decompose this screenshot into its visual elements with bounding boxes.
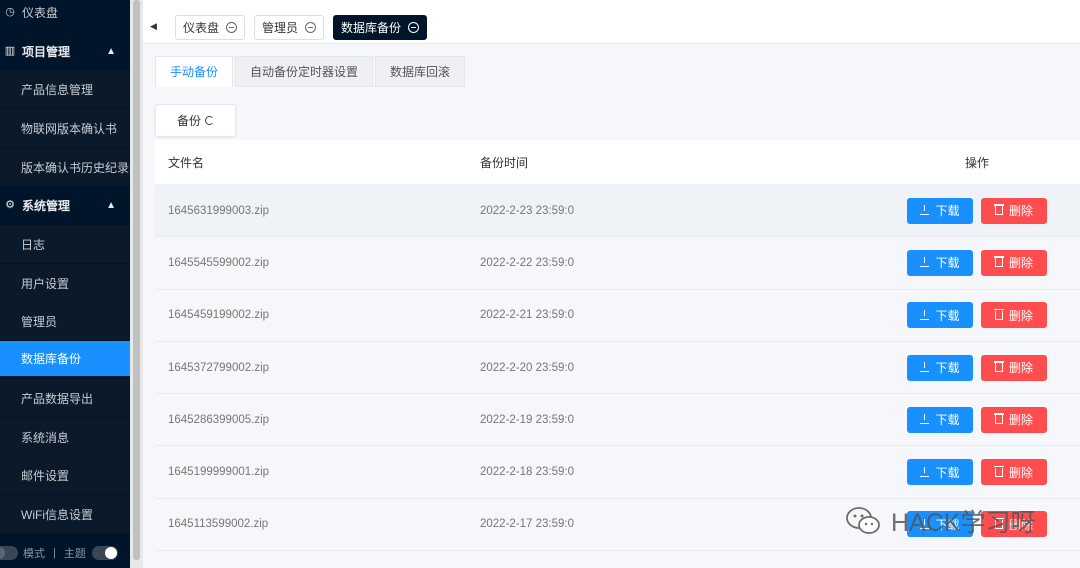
cell-filename: 1645631999003.zip <box>168 204 270 217</box>
download-icon <box>920 205 930 216</box>
sidebar-item-product-info[interactable]: 产品信息管理 <box>0 70 130 108</box>
mode-label: 模式 <box>23 547 45 560</box>
theme-toggle[interactable] <box>91 545 118 560</box>
delete-button[interactable]: 删除 <box>981 197 1047 224</box>
download-button[interactable]: 下载 <box>907 197 973 224</box>
delete-button[interactable]: 删除 <box>981 406 1047 433</box>
sidebar-item-wifi-settings[interactable]: WiFi信息设置 <box>0 495 130 533</box>
sidebar-scrollbar[interactable] <box>130 0 143 568</box>
close-icon[interactable] <box>305 22 317 33</box>
sidebar-item-product-export[interactable]: 产品数据导出 <box>0 379 130 417</box>
download-button[interactable]: 下载 <box>907 249 973 276</box>
sidebar: ◷ 仪表盘 ▥ 项目管理 ▲ 产品信息管理 物联网版本确认书 版本确认书历史纪录… <box>0 0 130 568</box>
refresh-icon <box>205 116 214 125</box>
close-icon[interactable] <box>408 22 420 33</box>
cell-filename: 1645459199002.zip <box>168 309 270 322</box>
download-icon <box>920 466 930 477</box>
delete-button[interactable]: 删除 <box>981 459 1047 486</box>
download-button[interactable]: 下载 <box>907 459 973 486</box>
sidebar-item-system-messages[interactable]: 系统消息 <box>0 418 130 456</box>
trash-icon <box>993 465 1004 477</box>
download-button[interactable]: 下载 <box>907 406 973 433</box>
watermark-text: HACK学习呀 <box>891 509 1036 537</box>
sidebar-item-user-settings[interactable]: 用户设置 <box>0 264 130 302</box>
sidebar-item-logs[interactable]: 日志 <box>0 225 130 263</box>
sidebar-group-project[interactable]: ▥ 项目管理 ▲ <box>0 32 130 70</box>
table-row: 1645286399005.zip 2022-2-19 23:59:0 下载 删除 <box>155 394 1080 447</box>
cell-backup-time: 2022-2-19 23:59:0 <box>480 413 574 426</box>
cell-filename: 1645113599002.zip <box>168 518 269 531</box>
cell-filename: 1645545599002.zip <box>168 256 270 269</box>
tab-manual-backup[interactable]: 手动备份 <box>155 56 234 87</box>
dashboard-icon: ◷ <box>5 6 15 18</box>
trash-icon <box>993 256 1004 268</box>
cell-filename: 1645372799002.zip <box>168 361 270 374</box>
trash-icon <box>993 204 1004 216</box>
cell-backup-time: 2022-2-20 23:59:0 <box>480 361 574 374</box>
sidebar-item-db-backup[interactable]: 数据库备份 <box>0 341 130 376</box>
table-row: 1645545599002.zip 2022-2-22 23:59:0 下载 删除 <box>155 237 1080 290</box>
trash-icon <box>993 308 1004 320</box>
mode-toggle[interactable] <box>0 545 18 560</box>
cell-backup-time: 2022-2-17 23:59:0 <box>480 518 574 531</box>
gear-icon: ⚙ <box>5 199 15 211</box>
theme-label: 主题 <box>63 547 86 560</box>
download-button[interactable]: 下载 <box>907 354 973 381</box>
tab-db-rollback[interactable]: 数据库回滚 <box>375 56 466 87</box>
delete-button[interactable]: 删除 <box>981 354 1047 381</box>
watermark: HACK学习呀 <box>845 503 1035 539</box>
cell-backup-time: 2022-2-23 23:59:0 <box>480 204 574 217</box>
table-row: 1645199999001.zip 2022-2-18 23:59:0 下载 删除 <box>155 446 1080 499</box>
sidebar-item-mail-settings[interactable]: 邮件设置 <box>0 456 130 494</box>
sidebar-footer: 模式 | 主题 <box>0 537 130 568</box>
header-filename: 文件名 <box>168 155 205 170</box>
wechat-icon <box>846 507 880 534</box>
main-content: 手动备份 自动备份定时器设置 数据库回滚 备份 文件名 备份时间 操作 1645… <box>143 44 1080 568</box>
cell-filename: 1645286399005.zip <box>168 413 270 426</box>
download-button[interactable]: 下载 <box>907 302 973 329</box>
tag-dashboard[interactable]: 仪表盘 <box>175 15 246 40</box>
cell-backup-time: 2022-2-21 23:59:0 <box>480 309 574 322</box>
backup-panel: 备份 文件名 备份时间 操作 1645631999003.zip 2022-2-2… <box>155 87 1080 568</box>
tab-auto-backup-timer[interactable]: 自动备份定时器设置 <box>235 56 374 87</box>
delete-button[interactable]: 删除 <box>981 249 1047 276</box>
trash-icon <box>993 413 1004 425</box>
backup-table: 文件名 备份时间 操作 1645631999003.zip 2022-2-23 2… <box>155 140 1080 552</box>
table-header: 文件名 备份时间 操作 <box>155 140 1080 185</box>
cell-backup-time: 2022-2-22 23:59:0 <box>480 256 574 269</box>
cell-filename: 1645199999001.zip <box>168 466 270 479</box>
sidebar-item-dashboard[interactable]: ◷ 仪表盘 <box>0 0 130 31</box>
trash-icon <box>993 361 1004 373</box>
download-icon <box>920 309 930 320</box>
tabs: 手动备份 自动备份定时器设置 数据库回滚 <box>155 56 467 87</box>
chevron-up-icon: ▲ <box>106 45 116 57</box>
tags-bar: ◀ 仪表盘 管理员 数据库备份 <box>143 0 1080 44</box>
delete-button[interactable]: 删除 <box>981 302 1047 329</box>
sidebar-item-admins[interactable]: 管理员 <box>0 302 130 340</box>
chevron-up-icon: ▲ <box>106 199 116 211</box>
tag-admins[interactable]: 管理员 <box>254 15 325 40</box>
header-operations: 操作 <box>965 155 990 170</box>
scrollbar-thumb[interactable] <box>133 0 140 560</box>
table-body: 1645631999003.zip 2022-2-23 23:59:0 下载 删除 16… <box>155 185 1080 552</box>
sidebar-item-version-history[interactable]: 版本确认书历史纪录 <box>0 148 130 186</box>
backup-button[interactable]: 备份 <box>155 104 236 137</box>
sidebar-item-iot-version[interactable]: 物联网版本确认书 <box>0 109 130 147</box>
table-row: 1645459199002.zip 2022-2-21 23:59:0 下载 删除 <box>155 289 1080 342</box>
sidebar-group-system[interactable]: ⚙ 系统管理 ▲ <box>0 186 130 224</box>
download-icon <box>920 257 930 268</box>
footer-separator: | <box>53 546 56 559</box>
header-backup-time: 备份时间 <box>480 155 529 170</box>
project-icon: ▥ <box>4 45 16 57</box>
close-icon[interactable] <box>226 22 238 33</box>
cell-backup-time: 2022-2-18 23:59:0 <box>480 466 574 479</box>
tag-db-backup[interactable]: 数据库备份 <box>333 15 428 40</box>
table-row: 1645631999003.zip 2022-2-23 23:59:0 下载 删除 <box>155 185 1080 238</box>
scroll-left-icon[interactable]: ◀ <box>150 21 157 32</box>
table-row: 1645372799002.zip 2022-2-20 23:59:0 下载 删除 <box>155 341 1080 395</box>
download-icon <box>920 414 930 425</box>
download-icon <box>920 362 930 373</box>
